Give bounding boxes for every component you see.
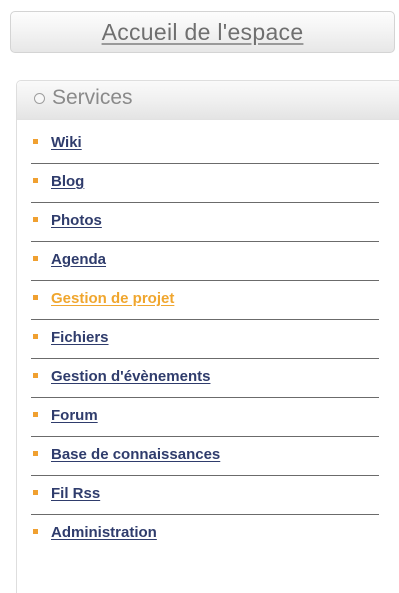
blog-link[interactable]: Blog	[51, 173, 84, 190]
services-panel: Services Wiki Blog Photos Agenda Gestion	[16, 80, 399, 593]
square-bullet-icon	[33, 256, 38, 261]
square-bullet-icon	[33, 373, 38, 378]
wiki-link[interactable]: Wiki	[51, 134, 82, 151]
square-bullet-icon	[33, 139, 38, 144]
square-bullet-icon	[33, 451, 38, 456]
project-management-link[interactable]: Gestion de projet	[51, 290, 174, 307]
menu-item-files: Fichiers	[31, 320, 379, 359]
square-bullet-icon	[33, 334, 38, 339]
files-link[interactable]: Fichiers	[51, 329, 109, 346]
square-bullet-icon	[33, 217, 38, 222]
square-bullet-icon	[33, 529, 38, 534]
page: Accueil de l'espace Services Wiki Blog P…	[0, 0, 399, 593]
space-home-link[interactable]: Accueil de l'espace	[102, 19, 304, 46]
rss-feed-link[interactable]: Fil Rss	[51, 485, 100, 502]
menu-item-knowledge-base: Base de connaissances	[31, 437, 379, 476]
menu-item-agenda: Agenda	[31, 242, 379, 281]
square-bullet-icon	[33, 490, 38, 495]
administration-link[interactable]: Administration	[51, 524, 157, 541]
menu-item-blog: Blog	[31, 164, 379, 203]
square-bullet-icon	[33, 178, 38, 183]
services-menu: Wiki Blog Photos Agenda Gestion de proje…	[31, 125, 379, 554]
circle-bullet-icon	[34, 93, 45, 104]
services-title: Services	[52, 86, 133, 109]
menu-item-administration: Administration	[31, 515, 379, 554]
knowledge-base-link[interactable]: Base de connaissances	[51, 446, 220, 463]
services-header: Services	[17, 81, 399, 120]
square-bullet-icon	[33, 412, 38, 417]
menu-item-rss-feed: Fil Rss	[31, 476, 379, 515]
forum-link[interactable]: Forum	[51, 407, 98, 424]
event-management-link[interactable]: Gestion d'évènements	[51, 368, 210, 385]
menu-item-forum: Forum	[31, 398, 379, 437]
menu-item-event-management: Gestion d'évènements	[31, 359, 379, 398]
square-bullet-icon	[33, 295, 38, 300]
menu-item-project-management: Gestion de projet	[31, 281, 379, 320]
menu-item-wiki: Wiki	[31, 125, 379, 164]
space-home-button[interactable]: Accueil de l'espace	[10, 11, 395, 53]
agenda-link[interactable]: Agenda	[51, 251, 106, 268]
menu-item-photos: Photos	[31, 203, 379, 242]
photos-link[interactable]: Photos	[51, 212, 102, 229]
